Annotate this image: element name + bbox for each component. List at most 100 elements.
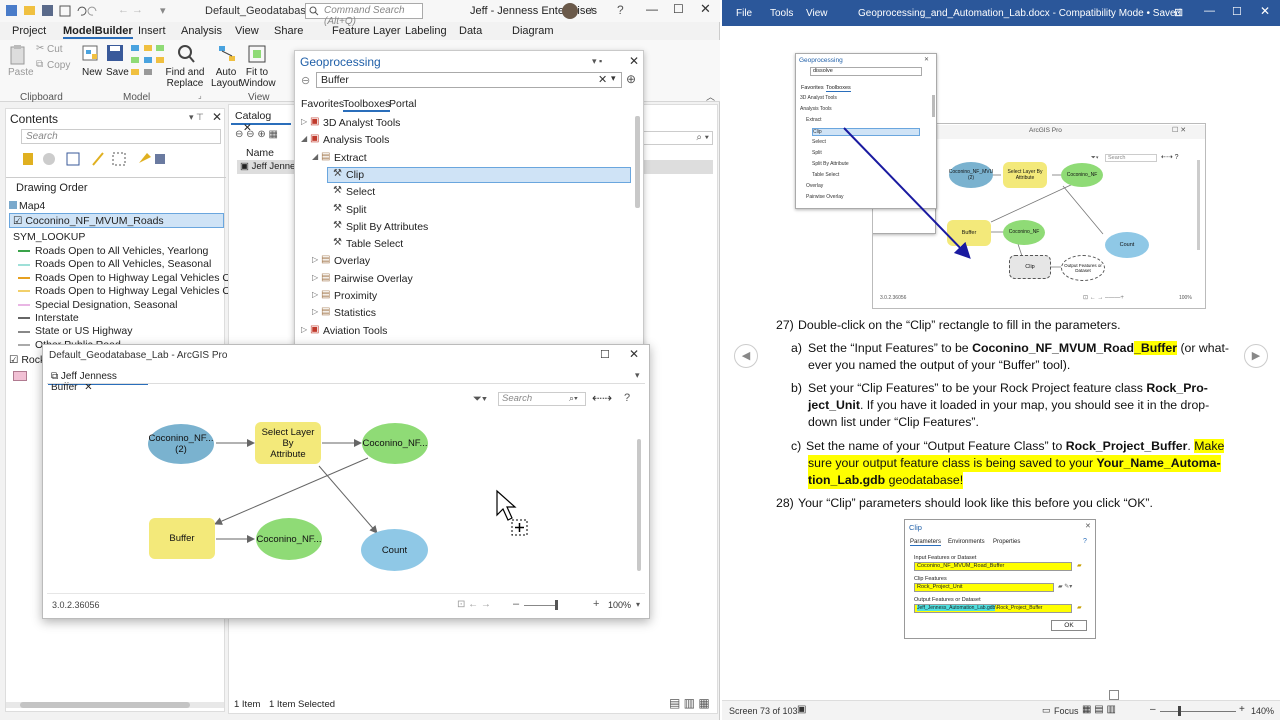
focus-icon[interactable]: ▭ [1042, 705, 1051, 716]
model-node-output[interactable]: Coconino_NF... [362, 423, 428, 464]
tab-insert[interactable]: Insert [138, 25, 166, 37]
auto-layout-icon[interactable] [217, 44, 237, 64]
name-column-header[interactable]: Name [246, 147, 274, 159]
tab-data[interactable]: Data [459, 25, 482, 37]
word-zoom-level[interactable]: 140% [1251, 706, 1274, 716]
help-icon[interactable]: ? [617, 3, 624, 17]
paste-button[interactable]: Paste [8, 67, 34, 78]
expand-icon[interactable]: ▷ [301, 117, 307, 126]
contents-search-input[interactable]: Search [21, 129, 221, 144]
focus-button[interactable]: Focus [1054, 706, 1079, 716]
expand-icon[interactable]: ▷ [312, 255, 318, 264]
previous-screen-button[interactable]: ◀ [734, 344, 758, 368]
model-node-buffer[interactable]: Buffer [149, 518, 215, 559]
gp-close-icon[interactable]: ✕ [629, 54, 639, 68]
layer-coconino-roads[interactable]: ☑ Coconino_NF_MVUM_Roads [9, 213, 224, 228]
tab-labeling[interactable]: Labeling [405, 25, 447, 37]
gp-clear-search-icon[interactable]: ✕ [598, 73, 607, 86]
tab-project[interactable]: Project [12, 25, 46, 37]
zoom-dropdown-icon[interactable]: ▾ [636, 600, 640, 609]
tab-catalog[interactable]: Catalog ✕ [231, 107, 291, 134]
menu-tools[interactable]: Tools [770, 8, 793, 19]
menu-view[interactable]: View [806, 8, 828, 19]
tab-diagram[interactable]: Diagram [512, 25, 554, 37]
word-minimize-button[interactable]: — [1204, 5, 1215, 17]
rock-visibility-checkbox[interactable]: ☑ [9, 354, 18, 366]
save-icon[interactable] [106, 44, 124, 62]
layout-toggle-icon[interactable] [1109, 690, 1119, 700]
gp-tree-item-tool[interactable]: ⚒ Split By Attributes [295, 220, 633, 235]
zoom-slider[interactable] [524, 605, 558, 606]
map-item[interactable]: Map4 [9, 200, 45, 212]
next-screen-button[interactable]: ▶ [1244, 344, 1268, 368]
gp-tab-toolboxes[interactable]: Toolboxes [343, 98, 391, 112]
copy-icon[interactable]: ⧉ [36, 59, 43, 70]
new-model-icon[interactable] [81, 44, 101, 64]
maximize-button[interactable]: ☐ [673, 2, 684, 16]
gp-tree-item-tool[interactable]: ⚒ Table Select [295, 237, 633, 252]
gp-search-dropdown-icon[interactable]: ▾ [611, 73, 616, 84]
collapse-icon[interactable]: ◢ [301, 134, 307, 143]
paste-icon[interactable] [9, 44, 27, 66]
new-button[interactable]: New [82, 67, 102, 78]
expand-icon[interactable]: ▷ [312, 290, 318, 299]
document-title[interactable]: Geoprocessing_and_Automation_Lab.docx - … [858, 8, 1181, 19]
proofing-icon[interactable]: ▣ [797, 704, 806, 715]
notification-bell-icon[interactable]: ♪ [588, 3, 594, 17]
gp-tree-item-toolbox[interactable]: ▷ ▣ 3D Analyst Tools [295, 116, 633, 131]
page-indicator[interactable]: Screen 73 of 103 [729, 706, 798, 716]
mb-scrollbar[interactable] [637, 439, 641, 571]
gp-back-icon[interactable]: ⊖ [301, 74, 310, 87]
view-buttons-icons[interactable]: ▦ ▤ ▥ [1082, 704, 1116, 715]
zoom-out-icon[interactable]: – [513, 598, 519, 610]
find-replace-button[interactable]: Find and Replace [165, 67, 205, 89]
layer-rock[interactable]: ☑ Rock [9, 354, 45, 366]
legend-item[interactable]: Roads Open to All Vehicles, Yearlong [18, 245, 208, 258]
catalog-nav-icons[interactable]: ⊖ ⊖ ⊕ ▦ [235, 129, 278, 140]
collapse-ribbon-icon[interactable]: ︿ [706, 90, 715, 103]
gp-tree-item-toolset[interactable]: ▷ ▤ Proximity [295, 289, 633, 304]
menu-file[interactable]: File [736, 8, 752, 19]
gp-tree-item-toolset[interactable]: ▷ ▤ Pairwise Overlay [295, 272, 633, 287]
quick-access-toolbar[interactable] [6, 4, 116, 18]
legend-item[interactable]: State or US Highway [18, 325, 132, 338]
model-node-input[interactable]: Coconino_NF... (2) [148, 424, 214, 464]
word-close-button[interactable]: ✕ [1260, 4, 1270, 18]
word-maximize-button[interactable]: ☐ [1232, 5, 1242, 18]
close-button[interactable]: ✕ [700, 1, 711, 17]
expand-icon[interactable]: ▷ [301, 325, 307, 334]
minimize-button[interactable]: — [646, 2, 658, 16]
legend-item[interactable]: Interstate [18, 312, 79, 325]
find-replace-icon[interactable] [177, 44, 195, 64]
pane-options-icon[interactable]: ▾ ⊤ [189, 112, 204, 123]
tab-view[interactable]: View [235, 25, 259, 37]
word-zoom-slider-thumb[interactable] [1178, 706, 1181, 716]
legend-item[interactable]: Roads Open to All Vehicles, Seasonal [18, 258, 211, 271]
layer-visibility-checkbox[interactable]: ☑ [13, 215, 22, 227]
word-zoom-in-icon[interactable]: + [1239, 704, 1245, 715]
close-pane-icon[interactable]: ✕ [212, 110, 222, 124]
view-mode-icons[interactable]: ▤ ▥ ▦ [669, 696, 710, 710]
mb-footer-icons[interactable]: ⊡ ← → [457, 599, 491, 610]
avatar[interactable] [562, 3, 578, 19]
save-button[interactable]: Save [106, 67, 129, 78]
gp-search-input[interactable]: Buffer [316, 72, 622, 88]
back-forward-icon[interactable]: ← → [118, 4, 143, 16]
tab-share[interactable]: Share [274, 25, 303, 37]
tab-analysis[interactable]: Analysis [181, 25, 222, 37]
zoom-slider-thumb[interactable] [555, 600, 558, 610]
gp-options-icon[interactable]: ▾ ▪ [592, 56, 602, 67]
tab-feature-layer[interactable]: Feature Layer [332, 25, 400, 37]
gp-tree-item-toolset[interactable]: ▷ ▤ Statistics [295, 306, 633, 321]
word-zoom-slider[interactable] [1160, 711, 1236, 712]
collapse-icon[interactable]: ◢ [312, 152, 318, 161]
gp-tree-item-toolset[interactable]: ▷ ▤ Overlay [295, 254, 633, 269]
expand-icon[interactable]: ▷ [312, 307, 318, 316]
gp-tree-item-tool[interactable]: ⚒ Split [295, 203, 633, 218]
zoom-in-icon[interactable]: + [593, 598, 599, 610]
word-zoom-out-icon[interactable]: – [1150, 704, 1156, 715]
gp-scrollbar[interactable] [635, 116, 640, 208]
model-tools-icons[interactable] [130, 44, 166, 80]
copy-button[interactable]: Copy [47, 60, 70, 71]
cut-button[interactable]: Cut [47, 44, 63, 55]
